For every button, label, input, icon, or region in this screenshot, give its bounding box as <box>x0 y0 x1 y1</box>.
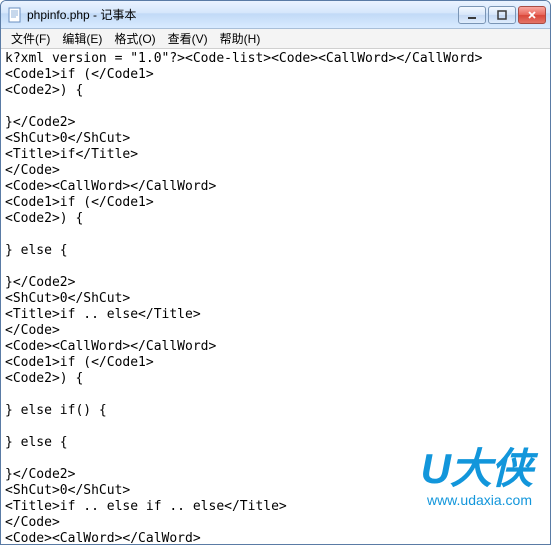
close-button[interactable] <box>518 6 546 24</box>
window-title: phpinfo.php - 记事本 <box>27 6 458 23</box>
maximize-button[interactable] <box>488 6 516 24</box>
menubar: 文件(F) 编辑(E) 格式(O) 查看(V) 帮助(H) <box>1 29 550 49</box>
watermark-logo: U大侠 <box>421 448 532 490</box>
menu-help[interactable]: 帮助(H) <box>214 28 267 49</box>
minimize-button[interactable] <box>458 6 486 24</box>
menu-file[interactable]: 文件(F) <box>5 28 56 49</box>
menu-format[interactable]: 格式(O) <box>108 28 161 49</box>
titlebar[interactable]: phpinfo.php - 记事本 <box>1 1 550 29</box>
watermark-url: www.udaxia.com <box>421 492 532 508</box>
window-controls <box>458 6 546 24</box>
notepad-window: phpinfo.php - 记事本 文件(F) 编辑(E) 格式(O) 查看(V… <box>0 0 551 545</box>
menu-view[interactable]: 查看(V) <box>162 28 214 49</box>
watermark: U大侠 www.udaxia.com <box>421 448 532 508</box>
notepad-icon <box>7 7 23 23</box>
menu-edit[interactable]: 编辑(E) <box>56 28 108 49</box>
